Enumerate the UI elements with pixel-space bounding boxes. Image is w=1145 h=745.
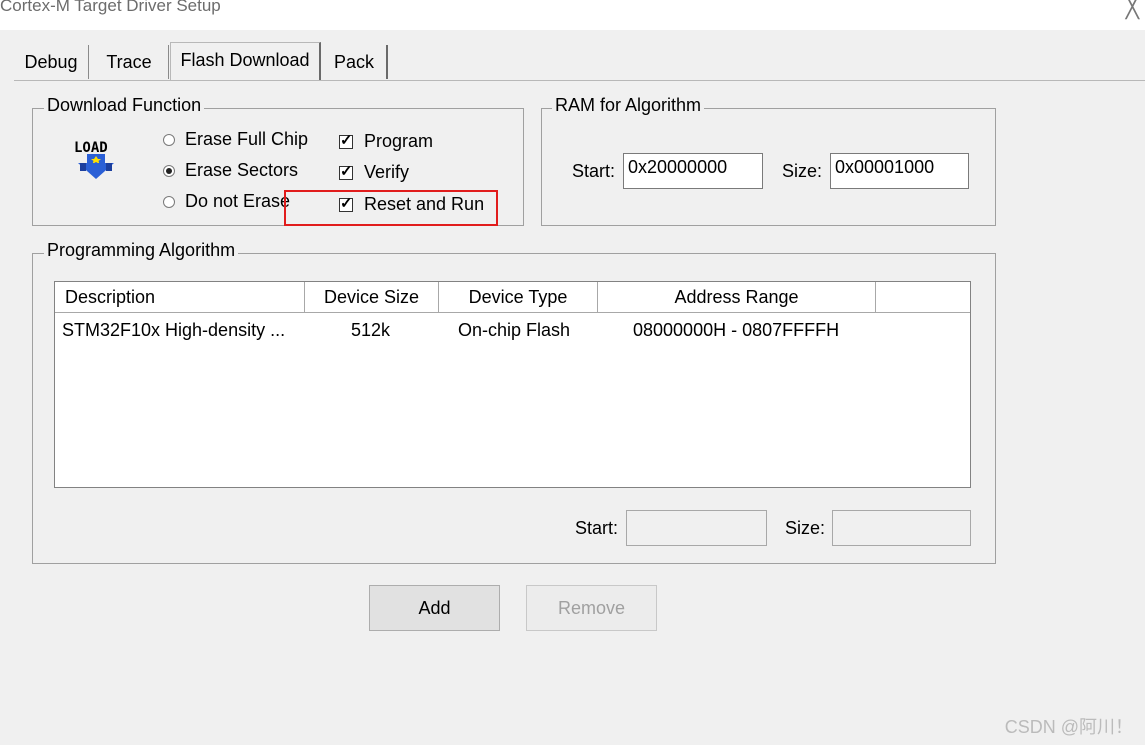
programming-algorithm-legend: Programming Algorithm [44, 240, 239, 261]
erase-sectors-radio[interactable] [163, 165, 175, 177]
column-header-device-size[interactable]: Device Size [305, 282, 439, 313]
ram-for-algorithm-legend: RAM for Algorithm [552, 95, 705, 116]
verify-label: Verify [364, 162, 410, 182]
ram-size-label: Size: [782, 161, 823, 181]
ram-for-algorithm-group: RAM for Algorithm Start: 0x20000000 Size… [541, 95, 996, 226]
title-bar: Cortex-M Target Driver Setup ╳ [0, 0, 1145, 30]
tab-trace[interactable]: Trace [90, 45, 169, 79]
algorithm-size-label: Size: [785, 518, 826, 538]
erase-sectors-label: Erase Sectors [185, 160, 299, 180]
column-header-empty [876, 282, 970, 313]
row-device-size[interactable]: 512k [351, 320, 390, 341]
check-icon: ✓ [340, 163, 353, 180]
tab-panel-border [14, 80, 1145, 81]
download-function-legend: Download Function [44, 95, 205, 116]
do-not-erase-label: Do not Erase [185, 191, 291, 211]
do-not-erase-radio[interactable] [163, 196, 175, 208]
algorithm-size-field[interactable] [832, 510, 971, 546]
load-icon: LOAD [71, 135, 121, 185]
row-description[interactable]: STM32F10x High-density ... [62, 320, 285, 341]
add-button[interactable]: Add [369, 585, 500, 631]
highlight-box [284, 190, 498, 226]
erase-full-chip-label: Erase Full Chip [185, 129, 309, 149]
column-header-description[interactable]: Description [55, 282, 305, 313]
algorithm-start-label: Start: [575, 518, 619, 538]
column-header-address-range[interactable]: Address Range [598, 282, 876, 313]
ram-start-label: Start: [572, 161, 616, 181]
program-label: Program [364, 131, 434, 151]
row-address-range[interactable]: 08000000H - 0807FFFFH [633, 320, 839, 341]
algorithm-list[interactable]: Description Device Size Device Type Addr… [54, 281, 971, 488]
tab-debug[interactable]: Debug [14, 45, 89, 79]
ram-start-field[interactable]: 0x20000000 [623, 153, 763, 189]
row-device-type[interactable]: On-chip Flash [458, 320, 570, 341]
load-icon-text: LOAD [74, 140, 108, 156]
close-icon[interactable]: ╳ [1126, 0, 1139, 20]
erase-full-chip-radio[interactable] [163, 134, 175, 146]
ram-size-field[interactable]: 0x00001000 [830, 153, 969, 189]
remove-button[interactable]: Remove [526, 585, 657, 631]
algorithm-start-field[interactable] [626, 510, 767, 546]
verify-checkbox[interactable]: ✓ [339, 163, 353, 180]
tab-flash-download[interactable]: Flash Download [170, 42, 321, 80]
watermark: CSDN @阿川！ [1004, 717, 1133, 737]
tab-pack[interactable]: Pack [322, 45, 388, 79]
window-title: Cortex-M Target Driver Setup [0, 0, 221, 15]
check-icon: ✓ [340, 132, 353, 149]
column-header-device-type[interactable]: Device Type [439, 282, 598, 313]
program-checkbox[interactable]: ✓ [339, 132, 353, 149]
